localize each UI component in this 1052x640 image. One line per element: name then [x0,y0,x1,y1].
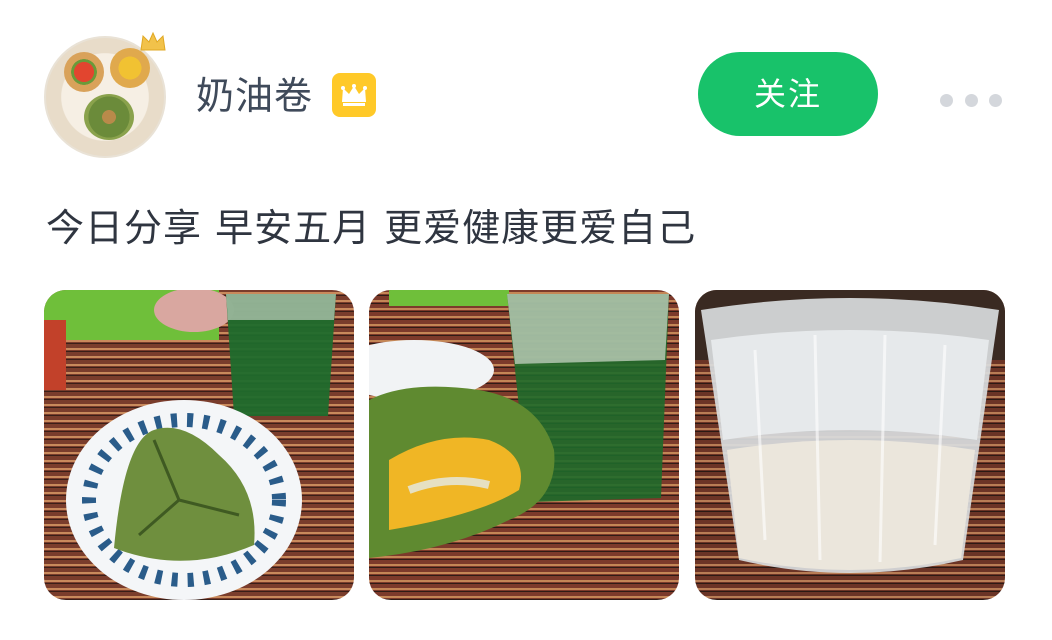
more-dots-icon[interactable] [940,86,1002,114]
username[interactable]: 奶油卷 [196,70,313,122]
crown-vip-badge-icon [332,73,376,117]
post-photo-3[interactable] [695,290,1005,600]
avatar-image [44,36,166,158]
crown-icon [140,31,166,51]
post-text: 今日分享 早安五月 更爱健康更爱自己 [46,206,697,250]
follow-button[interactable]: 关注 [698,52,878,136]
post-photo-1[interactable] [44,290,354,600]
post-photo-2[interactable] [369,290,679,600]
user-avatar[interactable] [44,30,170,158]
